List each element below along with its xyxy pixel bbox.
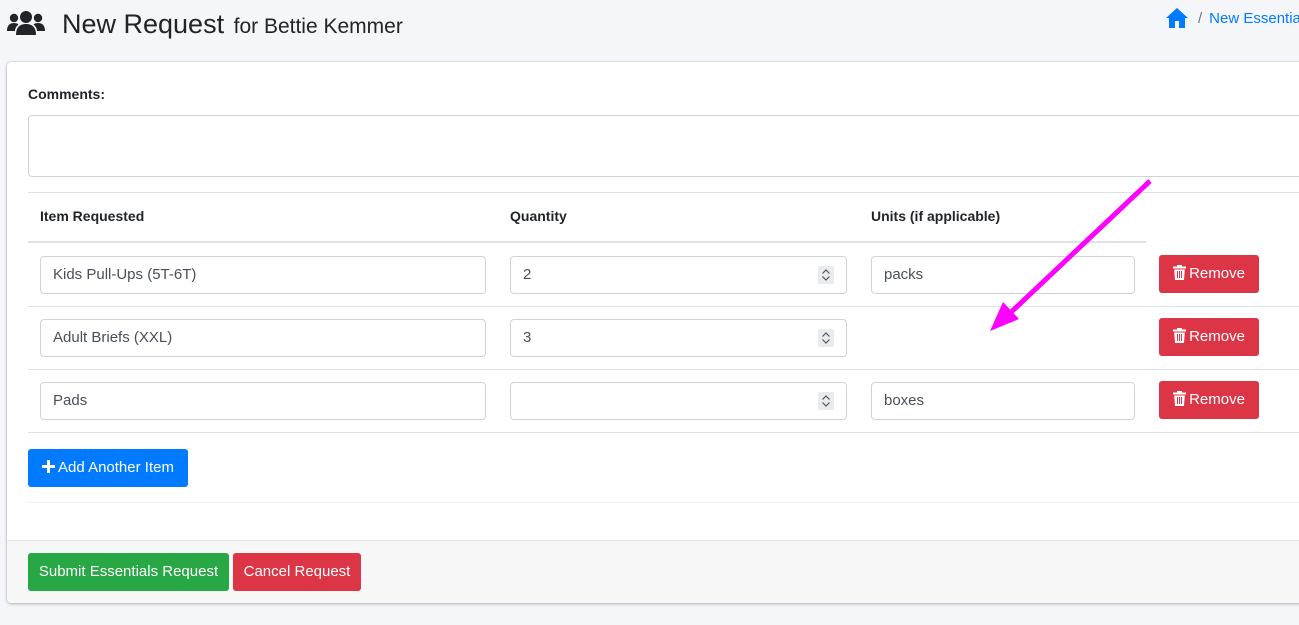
comments-textarea[interactable]: [28, 115, 1299, 177]
column-header-units: Units (if applicable): [871, 208, 1001, 224]
remove-item-button[interactable]: Remove: [1159, 318, 1259, 356]
add-item-button[interactable]: Add Another Item: [28, 449, 188, 487]
plus-icon: [42, 460, 56, 473]
item-input[interactable]: Pads: [40, 382, 486, 420]
trash-icon: [1173, 391, 1187, 406]
breadcrumb-separator: /: [1198, 10, 1203, 27]
quantity-input[interactable]: 2: [510, 256, 847, 294]
subtitle-text: for Bettie Kemmer: [233, 15, 403, 38]
users-icon: [7, 11, 45, 35]
add-item-label: Add Another Item: [58, 459, 174, 476]
row-divider: [28, 306, 1299, 307]
quantity-value: 3: [523, 329, 532, 346]
title-text: New Request: [62, 9, 225, 39]
spinner-icon[interactable]: [818, 329, 834, 347]
column-header-quantity: Quantity: [510, 208, 567, 224]
home-icon[interactable]: [1165, 7, 1189, 29]
quantity-value: 2: [523, 266, 532, 283]
column-header-item: Item Requested: [40, 208, 145, 224]
submit-request-button[interactable]: Submit Essentials Request: [28, 553, 229, 591]
divider: [28, 192, 1299, 193]
spinner-icon[interactable]: [818, 266, 834, 284]
units-select[interactable]: packs: [871, 256, 1135, 294]
remove-label: Remove: [1189, 265, 1245, 282]
request-form-card: Comments: Item Requested Quantity Units …: [7, 62, 1299, 603]
remove-item-button[interactable]: Remove: [1159, 381, 1259, 419]
trash-icon: [1173, 265, 1187, 280]
divider: [28, 502, 1299, 503]
spinner-icon[interactable]: [818, 392, 834, 410]
remove-label: Remove: [1189, 391, 1245, 408]
table-header-divider: [28, 241, 1146, 243]
quantity-input[interactable]: 3: [510, 319, 847, 357]
card-footer: Submit Essentials Request Cancel Request: [7, 540, 1299, 603]
remove-label: Remove: [1189, 328, 1245, 345]
row-divider: [28, 432, 1299, 433]
breadcrumb-current[interactable]: New Essentia: [1209, 10, 1299, 27]
remove-item-button[interactable]: Remove: [1159, 255, 1259, 293]
page-header: New Request for Bettie Kemmer / New Essen…: [0, 0, 1299, 62]
comments-label: Comments:: [28, 86, 106, 102]
item-input[interactable]: Adult Briefs (XXL): [40, 319, 486, 357]
trash-icon: [1173, 328, 1187, 343]
item-input[interactable]: Kids Pull-Ups (5T-6T): [40, 256, 486, 294]
quantity-input[interactable]: [510, 382, 847, 420]
row-divider: [28, 369, 1299, 370]
breadcrumb: / New Essentia: [1165, 7, 1299, 31]
units-select[interactable]: boxes: [871, 382, 1135, 420]
cancel-request-button[interactable]: Cancel Request: [233, 553, 361, 591]
page-title: New Request for Bettie Kemmer: [62, 6, 403, 45]
